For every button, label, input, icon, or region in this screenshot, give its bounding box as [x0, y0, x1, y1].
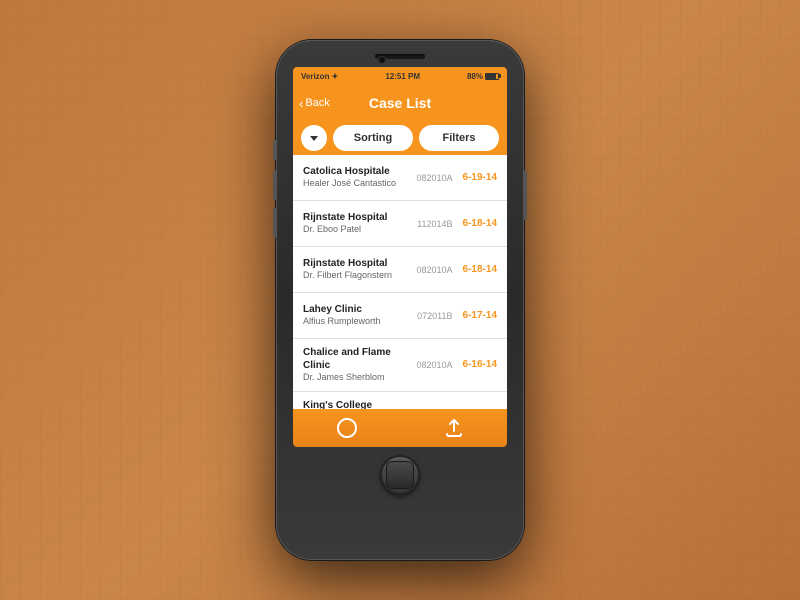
case-doctor-name: Dr. James Sherblom [303, 372, 406, 384]
case-hospital-name: Rijnstate Hospital [303, 257, 406, 270]
case-doctor-name: Dr. Filbert Flagonstern [303, 270, 406, 282]
filter-toolbar: Sorting Filters [293, 121, 507, 155]
circle-icon [336, 417, 358, 439]
case-date: 6-16-14 [463, 359, 497, 370]
home-nav-button[interactable] [335, 416, 359, 440]
sort-order-button[interactable] [301, 125, 327, 151]
case-info: Chalice and Flame Clinic Dr. James Sherb… [303, 346, 406, 384]
battery-icon [485, 73, 499, 80]
case-code: 072011B [417, 311, 452, 321]
sorting-button[interactable]: Sorting [333, 125, 413, 151]
case-list-item[interactable]: Rijnstate Hospital Dr. Eboo Patel 112014… [293, 201, 507, 247]
case-hospital-name: Lahey Clinic [303, 303, 407, 316]
case-list-item[interactable]: Chalice and Flame Clinic Dr. James Sherb… [293, 339, 507, 392]
case-date: 6-18-14 [463, 264, 497, 275]
case-info: Rijnstate Hospital Dr. Eboo Patel [303, 211, 407, 236]
home-button-inner [386, 461, 414, 489]
power-button[interactable] [524, 170, 527, 220]
case-code: 082010A [416, 360, 452, 370]
case-doctor-name: Dr. Eboo Patel [303, 224, 407, 236]
case-date: 6-17-14 [463, 310, 497, 321]
case-hospital-name: Rijnstate Hospital [303, 211, 407, 224]
case-info: Lahey Clinic Alfius Rumpleworth [303, 303, 407, 328]
case-doctor-name: Alfius Rumpleworth [303, 316, 407, 328]
back-chevron-icon: ‹ [299, 97, 303, 110]
bottom-toolbar [293, 409, 507, 447]
case-code: 082010A [416, 265, 452, 275]
case-hospital-name: Catolica Hospitale [303, 165, 406, 178]
case-list-item[interactable]: Catolica Hospitale Healer José Cantastic… [293, 155, 507, 201]
phone-device: Verizon ✦ 12:51 PM 88% ‹ Back Case List [276, 40, 524, 560]
back-label: Back [305, 97, 329, 109]
phone-screen: Verizon ✦ 12:51 PM 88% ‹ Back Case List [293, 67, 507, 447]
volume-up-button[interactable] [273, 170, 276, 200]
upload-button[interactable] [442, 416, 466, 440]
home-button[interactable] [380, 455, 420, 495]
case-info: Rijnstate Hospital Dr. Filbert Flagonste… [303, 257, 406, 282]
upload-icon [443, 417, 465, 439]
case-info: Catolica Hospitale Healer José Cantastic… [303, 165, 406, 190]
sort-down-icon [307, 131, 321, 145]
carrier-label: Verizon ✦ [301, 72, 338, 81]
case-list-item[interactable]: Lahey Clinic Alfius Rumpleworth 072011B … [293, 293, 507, 339]
case-date: 6-19-14 [463, 172, 497, 183]
case-list-item[interactable]: King's College Hospital Dr. Pumphrey McG… [293, 392, 507, 409]
volume-down-button[interactable] [273, 208, 276, 238]
filters-button[interactable]: Filters [419, 125, 499, 151]
case-list: Catolica Hospitale Healer José Cantastic… [293, 155, 507, 409]
mute-button[interactable] [273, 140, 276, 160]
case-info: King's College Hospital Dr. Pumphrey McG… [303, 399, 406, 409]
case-code: 082010A [416, 173, 452, 183]
case-doctor-name: Healer José Cantastico [303, 178, 406, 190]
navigation-header: ‹ Back Case List [293, 85, 507, 121]
status-bar: Verizon ✦ 12:51 PM 88% [293, 67, 507, 85]
page-title: Case List [369, 95, 431, 111]
battery-label: 88% [467, 72, 499, 81]
case-code: 112014B [417, 219, 452, 229]
case-hospital-name: King's College Hospital [303, 399, 406, 409]
time-label: 12:51 PM [385, 72, 420, 81]
front-camera [378, 56, 386, 64]
back-button[interactable]: ‹ Back [299, 97, 330, 110]
case-list-item[interactable]: Rijnstate Hospital Dr. Filbert Flagonste… [293, 247, 507, 293]
case-date: 6-18-14 [463, 218, 497, 229]
case-hospital-name: Chalice and Flame Clinic [303, 346, 406, 372]
